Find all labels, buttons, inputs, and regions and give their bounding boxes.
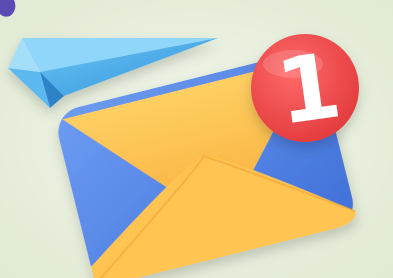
mail-notification-illustration: 1 — [0, 0, 393, 278]
